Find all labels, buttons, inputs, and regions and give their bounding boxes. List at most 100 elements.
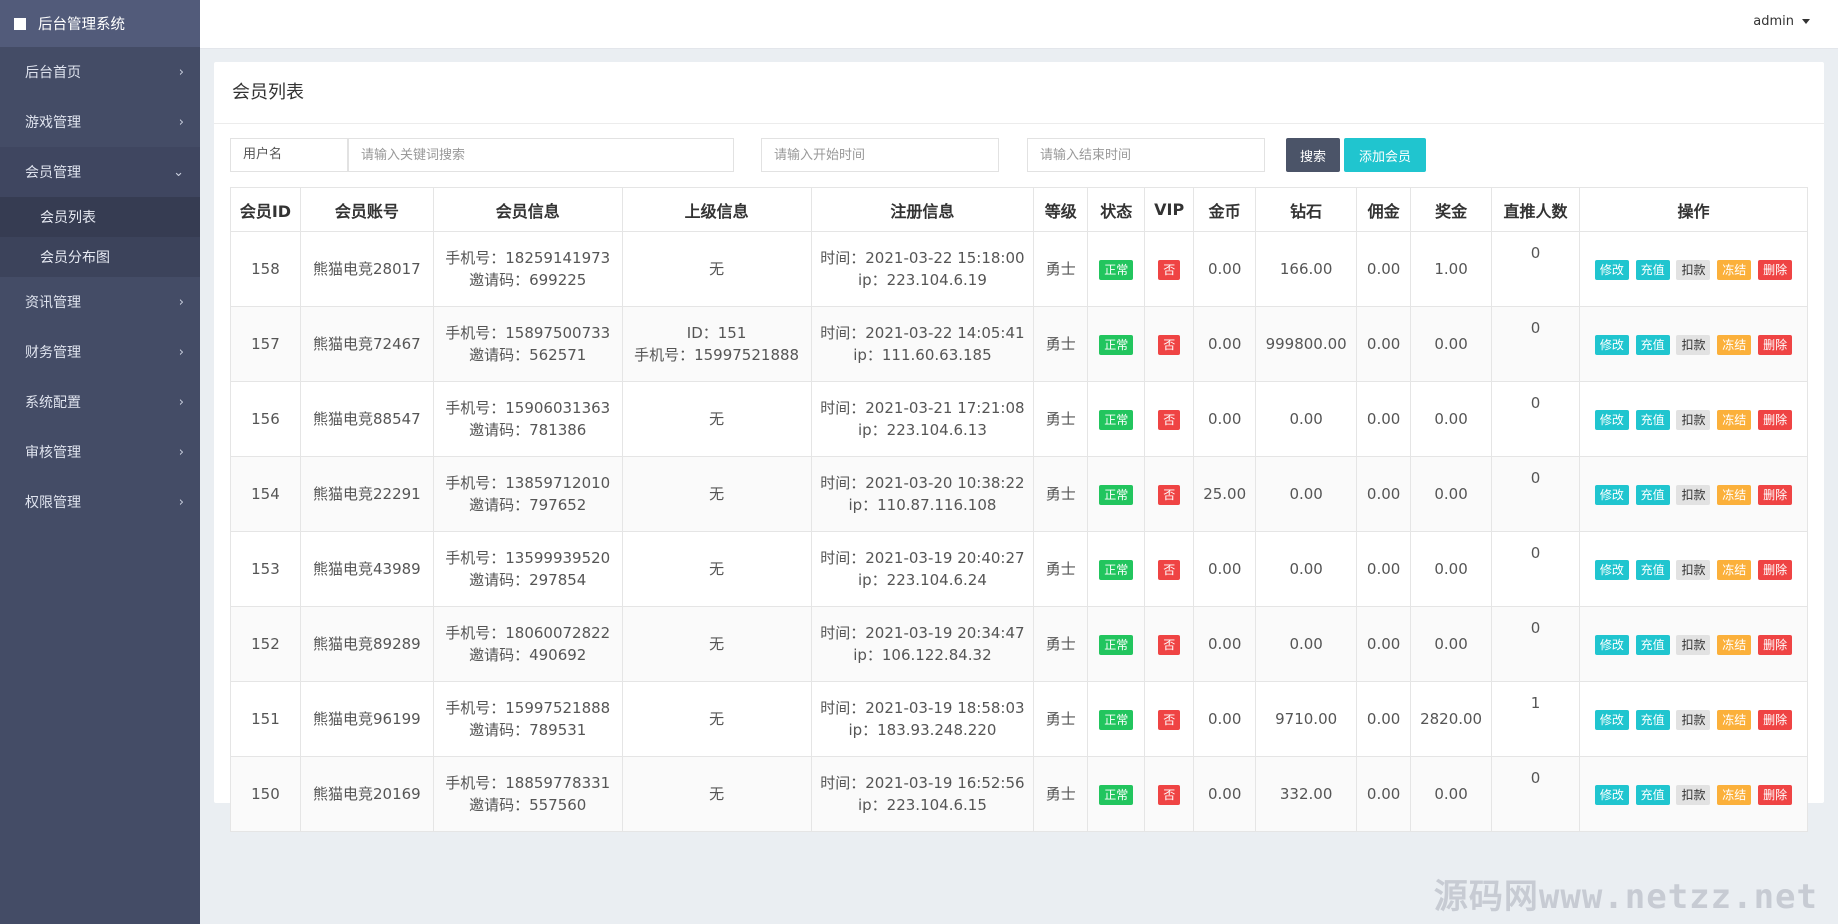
deduct-button[interactable]: 扣款 (1676, 710, 1711, 730)
member-id: 152 (230, 606, 301, 682)
freeze-button[interactable]: 冻结 (1717, 260, 1752, 280)
recharge-button[interactable]: 充值 (1635, 560, 1670, 580)
freeze-button[interactable]: 冻结 (1717, 410, 1752, 430)
sidebar-item-audit[interactable]: 审核管理 › (0, 427, 200, 477)
delete-button[interactable]: 删除 (1758, 635, 1793, 655)
freeze-button[interactable]: 冻结 (1717, 560, 1752, 580)
status-cell: 正常 (1087, 681, 1146, 757)
diamond-value: 0.00 (1255, 381, 1358, 457)
add-member-button[interactable]: 添加会员 (1344, 138, 1426, 172)
member-level: 勇士 (1033, 381, 1089, 457)
member-invite-code: 邀请码：789531 (469, 721, 587, 739)
register-info: 时间：2021-03-19 20:40:27 ip：223.104.6.24 (810, 531, 1035, 607)
edit-button[interactable]: 修改 (1594, 410, 1629, 430)
recharge-button[interactable]: 充值 (1635, 410, 1670, 430)
parent-line-1: 无 (709, 635, 725, 653)
sidebar-item-system[interactable]: 系统配置 › (0, 377, 200, 427)
edit-button[interactable]: 修改 (1594, 785, 1629, 805)
sidebar-item-news[interactable]: 资讯管理 › (0, 277, 200, 327)
edit-button[interactable]: 修改 (1594, 635, 1629, 655)
user-menu[interactable]: admin (1753, 14, 1810, 29)
delete-button[interactable]: 删除 (1758, 710, 1793, 730)
start-time-input[interactable] (761, 138, 999, 172)
brand-title: 后台管理系统 (38, 17, 125, 33)
deduct-button[interactable]: 扣款 (1676, 335, 1711, 355)
edit-button[interactable]: 修改 (1594, 260, 1629, 280)
referral-count: 0 (1491, 456, 1580, 532)
sidebar-subitem-member-map[interactable]: 会员分布图 (0, 237, 200, 277)
sidebar-item-finance[interactable]: 财务管理 › (0, 327, 200, 377)
member-invite-code: 邀请码：562571 (469, 346, 587, 364)
keyword-input[interactable] (348, 138, 734, 172)
edit-button[interactable]: 修改 (1594, 335, 1629, 355)
sidebar-item-permissions[interactable]: 权限管理 › (0, 477, 200, 527)
recharge-button[interactable]: 充值 (1635, 710, 1670, 730)
square-icon (14, 17, 26, 30)
deduct-button[interactable]: 扣款 (1676, 560, 1711, 580)
edit-button[interactable]: 修改 (1594, 560, 1629, 580)
chevron-down-icon: ⌄ (173, 164, 184, 180)
chevron-right-icon: › (178, 444, 184, 460)
register-time: 时间：2021-03-20 10:38:22 (820, 474, 1025, 492)
row-actions: 修改 充值 扣款 冻结 删除 (1578, 306, 1809, 382)
search-field-label[interactable]: 用户名 (230, 138, 348, 172)
sidebar-item-games[interactable]: 游戏管理 › (0, 97, 200, 147)
delete-button[interactable]: 删除 (1758, 560, 1793, 580)
deduct-button[interactable]: 扣款 (1676, 410, 1711, 430)
delete-button[interactable]: 删除 (1758, 335, 1793, 355)
row-actions: 修改 充值 扣款 冻结 删除 (1578, 681, 1809, 757)
deduct-button[interactable]: 扣款 (1676, 635, 1711, 655)
end-time-input[interactable] (1027, 138, 1265, 172)
freeze-button[interactable]: 冻结 (1717, 710, 1752, 730)
sidebar-subitem-member-list[interactable]: 会员列表 (0, 197, 200, 237)
parent-info: 无 (621, 756, 812, 832)
status-cell: 正常 (1087, 606, 1146, 682)
parent-info: ID：151 手机号：15997521888 (621, 306, 812, 382)
delete-button[interactable]: 删除 (1758, 260, 1793, 280)
deduct-button[interactable]: 扣款 (1676, 260, 1711, 280)
freeze-button[interactable]: 冻结 (1717, 785, 1752, 805)
brand[interactable]: 后台管理系统 (0, 0, 200, 47)
recharge-button[interactable]: 充值 (1635, 635, 1670, 655)
sidebar-item-members[interactable]: 会员管理 ⌄ (0, 147, 200, 197)
gold-value: 0.00 (1193, 606, 1257, 682)
parent-info: 无 (621, 231, 812, 307)
sidebar-subitem-label: 会员分布图 (40, 250, 110, 266)
register-info: 时间：2021-03-22 14:05:41 ip：111.60.63.185 (810, 306, 1035, 382)
delete-button[interactable]: 删除 (1758, 410, 1793, 430)
freeze-button[interactable]: 冻结 (1717, 635, 1752, 655)
referral-count: 1 (1491, 681, 1580, 757)
recharge-button[interactable]: 充值 (1635, 335, 1670, 355)
vip-cell: 否 (1144, 306, 1195, 382)
parent-info: 无 (621, 681, 812, 757)
deduct-button[interactable]: 扣款 (1676, 785, 1711, 805)
edit-button[interactable]: 修改 (1594, 485, 1629, 505)
parent-line-1: 无 (709, 410, 725, 428)
member-phone: 手机号：13599939520 (445, 549, 611, 567)
recharge-button[interactable]: 充值 (1635, 785, 1670, 805)
status-badge: 正常 (1099, 335, 1134, 355)
recharge-button[interactable]: 充值 (1635, 485, 1670, 505)
parent-info: 无 (621, 456, 812, 532)
member-phone: 手机号：18060072822 (445, 624, 611, 642)
freeze-button[interactable]: 冻结 (1717, 335, 1752, 355)
status-cell: 正常 (1087, 456, 1146, 532)
diamond-value: 0.00 (1255, 456, 1358, 532)
sidebar-item-label: 资讯管理 (25, 295, 81, 311)
search-button[interactable]: 搜索 (1286, 138, 1340, 172)
bonus-value: 0.00 (1410, 306, 1493, 382)
delete-button[interactable]: 删除 (1758, 785, 1793, 805)
vip-cell: 否 (1144, 381, 1195, 457)
vip-badge: 否 (1158, 260, 1181, 280)
caret-down-icon (1802, 19, 1810, 24)
recharge-button[interactable]: 充值 (1635, 260, 1670, 280)
sidebar-item-dashboard[interactable]: 后台首页 › (0, 47, 200, 97)
edit-button[interactable]: 修改 (1594, 710, 1629, 730)
commission-value: 0.00 (1356, 381, 1412, 457)
column-header: 操作 (1578, 187, 1809, 232)
deduct-button[interactable]: 扣款 (1676, 485, 1711, 505)
delete-button[interactable]: 删除 (1758, 485, 1793, 505)
table-row: 152 熊猫电竞89289 手机号：18060072822 邀请码：490692… (230, 606, 1809, 682)
gold-value: 0.00 (1193, 531, 1257, 607)
freeze-button[interactable]: 冻结 (1717, 485, 1752, 505)
